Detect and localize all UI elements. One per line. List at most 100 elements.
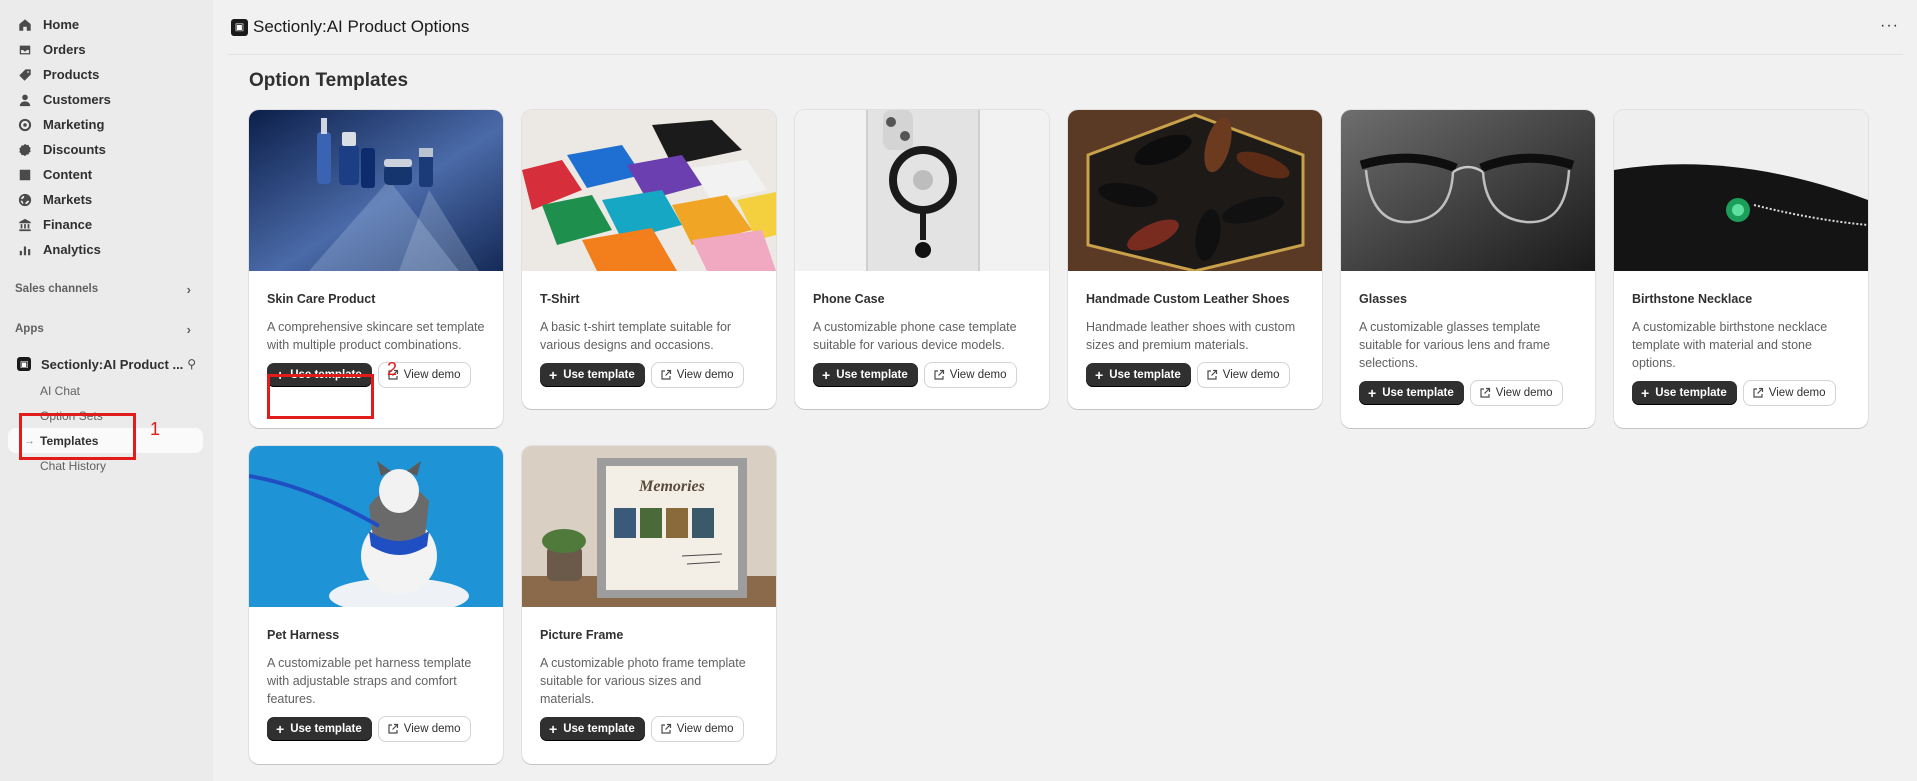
subnav-label: AI Chat — [40, 383, 81, 398]
card-description: A comprehensive skincare set template wi… — [267, 320, 485, 352]
chevron-right-icon: › — [186, 321, 191, 337]
button-label: View demo — [1768, 387, 1826, 399]
sidebar: Home Orders Products Customers Marketing… — [0, 0, 213, 781]
template-card-picture-frame: Memories Picture Frame A customizable ph… — [522, 446, 776, 764]
home-icon — [17, 17, 33, 33]
nav-label: Marketing — [43, 117, 105, 132]
external-link-icon — [1480, 387, 1490, 398]
person-icon — [17, 92, 33, 108]
glasses-image — [1341, 110, 1595, 271]
card-title: Picture Frame — [540, 628, 624, 642]
view-demo-button[interactable]: View demo — [924, 363, 1017, 387]
nav-label: Discounts — [43, 142, 106, 157]
nav-label: Customers — [43, 92, 111, 107]
button-label: Use template — [563, 723, 635, 735]
button-label: View demo — [403, 723, 461, 735]
nav-orders[interactable]: Orders — [0, 37, 213, 62]
nav-customers[interactable]: Customers — [0, 87, 213, 112]
view-demo-button[interactable]: View demo — [651, 363, 744, 387]
card-title: Glasses — [1359, 292, 1407, 306]
button-label: Use template — [1655, 387, 1727, 399]
button-label: View demo — [676, 369, 734, 381]
use-template-button[interactable]: + Use template — [267, 717, 372, 741]
template-card-leather-shoes: Handmade Custom Leather Shoes Handmade l… — [1068, 110, 1322, 409]
nav-label: Content — [43, 167, 93, 182]
button-label: View demo — [1495, 387, 1553, 399]
tag-icon — [17, 67, 33, 83]
nav-markets[interactable]: Markets — [0, 187, 213, 212]
nav-analytics[interactable]: Analytics — [0, 237, 213, 262]
nav-label: Finance — [43, 217, 93, 232]
plus-icon: + — [549, 721, 558, 737]
annotation-number-2: 2 — [387, 359, 398, 379]
app-name: Sectionly:AI Product ... — [41, 356, 184, 372]
nav-label: Home — [43, 17, 80, 32]
pet-harness-image — [249, 446, 503, 607]
sales-channels-section[interactable]: Sales channels › — [0, 278, 213, 300]
view-demo-button[interactable]: View demo — [1743, 381, 1836, 405]
view-demo-button[interactable]: View demo — [1197, 363, 1290, 387]
card-description: A customizable glasses template suitable… — [1359, 320, 1551, 370]
external-link-icon — [934, 369, 944, 380]
page-title: Option Templates — [249, 70, 409, 91]
use-template-button[interactable]: + Use template — [1359, 381, 1464, 405]
nav-content[interactable]: Content — [0, 162, 213, 187]
button-label: Use template — [836, 369, 908, 381]
plus-icon: + — [549, 367, 558, 383]
card-title: Phone Case — [813, 292, 885, 306]
view-demo-button[interactable]: View demo — [1470, 381, 1563, 405]
nav-label: Markets — [43, 192, 93, 207]
nav-finance[interactable]: Finance — [0, 212, 213, 237]
sectionly-logo-icon: ▣ — [231, 18, 248, 36]
card-title: Handmade Custom Leather Shoes — [1086, 292, 1290, 306]
sectionly-logo-icon: ▣ — [17, 357, 31, 371]
use-template-button[interactable]: + Use template — [540, 717, 645, 741]
external-link-icon — [1207, 369, 1217, 380]
apps-label: Apps — [15, 323, 44, 335]
button-label: Use template — [1109, 369, 1181, 381]
pin-icon[interactable]: ⚲ — [187, 357, 196, 371]
sales-channels-label: Sales channels — [15, 283, 99, 295]
button-label: View demo — [676, 723, 734, 735]
card-description: A customizable pet harness template with… — [267, 656, 472, 706]
view-demo-button[interactable]: View demo — [378, 717, 471, 741]
birthstone-necklace-image — [1614, 110, 1868, 271]
t-shirt-image — [522, 110, 776, 271]
globe-icon — [17, 192, 33, 208]
nav-products[interactable]: Products — [0, 62, 213, 87]
orders-icon — [17, 42, 33, 58]
leather-shoes-image — [1068, 110, 1322, 271]
button-label: Use template — [563, 369, 635, 381]
use-template-button[interactable]: + Use template — [1086, 363, 1191, 387]
template-card-phone-case: Phone Case A customizable phone case tem… — [795, 110, 1049, 409]
subnav-label: Chat History — [40, 458, 107, 473]
apps-section[interactable]: Apps › — [0, 318, 213, 340]
use-template-button[interactable]: + Use template — [540, 363, 645, 387]
plus-icon: + — [1641, 385, 1650, 401]
subnav-ai-chat[interactable]: AI Chat — [0, 378, 213, 403]
view-demo-button[interactable]: View demo — [651, 717, 744, 741]
button-label: Use template — [290, 723, 362, 735]
nav-home[interactable]: Home — [0, 12, 213, 37]
card-title: Skin Care Product — [267, 292, 376, 306]
plus-icon: + — [1095, 367, 1104, 383]
nav-marketing[interactable]: Marketing — [0, 112, 213, 137]
app-sectionly[interactable]: ▣ Sectionly:AI Product ... ⚲ — [0, 350, 213, 378]
card-description: A customizable birthstone necklace templ… — [1632, 320, 1828, 370]
use-template-button[interactable]: + Use template — [1632, 381, 1737, 405]
card-description: A basic t-shirt template suitable for va… — [540, 320, 732, 352]
annotation-box-use-template — [267, 374, 374, 419]
button-label: View demo — [403, 369, 461, 381]
annotation-box-templates — [19, 413, 136, 460]
plus-icon: + — [276, 721, 285, 737]
more-actions-icon[interactable]: ··· — [1880, 17, 1899, 35]
nav-label: Analytics — [43, 242, 101, 257]
card-description: A customizable phone case template suita… — [813, 320, 1017, 352]
phone-case-image — [795, 110, 1049, 271]
use-template-button[interactable]: + Use template — [813, 363, 918, 387]
annotation-number-1: 1 — [150, 419, 161, 439]
nav-discounts[interactable]: Discounts — [0, 137, 213, 162]
card-title: Birthstone Necklace — [1632, 292, 1753, 306]
nav-label: Orders — [43, 42, 86, 57]
external-link-icon — [388, 723, 398, 734]
